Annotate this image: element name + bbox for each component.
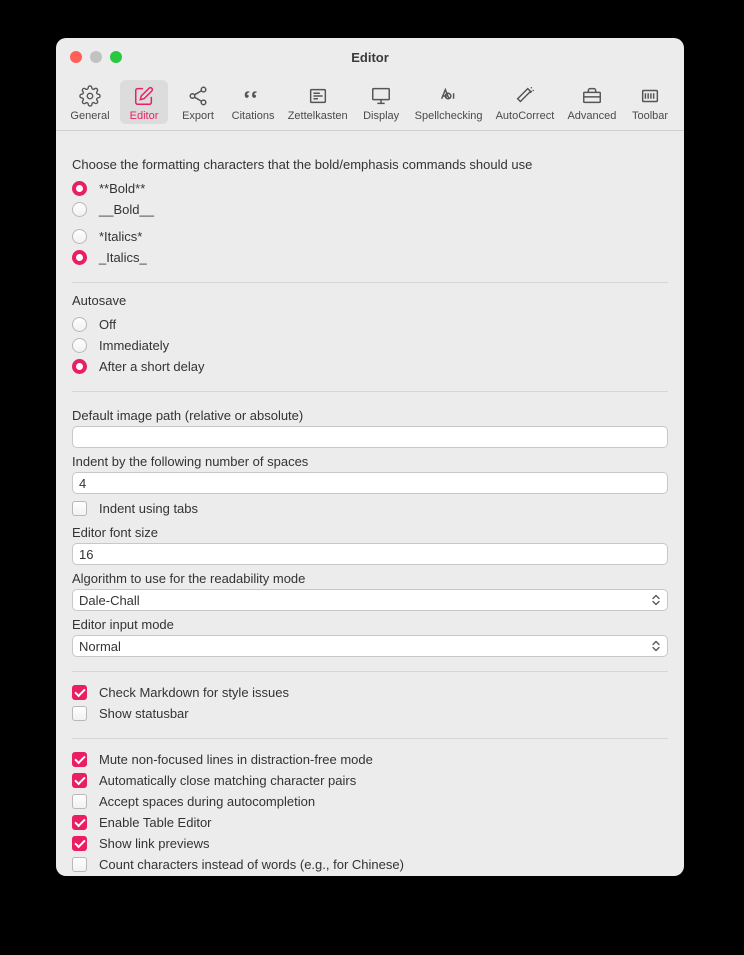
tab-autocorrect[interactable]: AutoCorrect xyxy=(492,80,558,124)
lint-markdown-checkbox[interactable] xyxy=(72,685,87,700)
autoclose-pairs-label: Automatically close matching character p… xyxy=(99,773,356,788)
mute-lines-label: Mute non-focused lines in distraction-fr… xyxy=(99,752,373,767)
readability-select[interactable]: Dale-Chall xyxy=(72,589,668,611)
tab-general[interactable]: General xyxy=(66,80,114,124)
table-editor-checkbox[interactable] xyxy=(72,815,87,830)
autosave-delay-label: After a short delay xyxy=(99,359,205,374)
formatting-section: Choose the formatting characters that th… xyxy=(72,147,668,282)
wand-icon xyxy=(513,84,537,108)
tab-advanced[interactable]: Advanced xyxy=(564,80,620,124)
gear-icon xyxy=(78,84,102,108)
tab-zettelkasten[interactable]: Zettelkasten xyxy=(284,80,351,124)
readability-label: Algorithm to use for the readability mod… xyxy=(72,571,668,586)
italics-underscore-label: _Italics_ xyxy=(99,250,147,265)
autosave-heading: Autosave xyxy=(72,293,668,308)
tab-editor[interactable]: Editor xyxy=(120,80,168,124)
preferences-toolbar: General Editor Export Citations Zettelka… xyxy=(56,76,684,131)
indent-tabs-checkbox[interactable] xyxy=(72,501,87,516)
spaces-autocomplete-checkbox[interactable] xyxy=(72,794,87,809)
markdown-checks-section: Check Markdown for style issues Show sta… xyxy=(72,671,668,738)
autoclose-pairs-checkbox[interactable] xyxy=(72,773,87,788)
monitor-icon xyxy=(369,84,393,108)
note-icon xyxy=(306,84,330,108)
count-chars-checkbox[interactable] xyxy=(72,857,87,872)
italics-asterisk-radio[interactable] xyxy=(72,229,87,244)
fontsize-label: Editor font size xyxy=(72,525,668,540)
autosave-immediate-radio[interactable] xyxy=(72,338,87,353)
spellcheck-icon xyxy=(437,84,461,108)
editor-options-section: Mute non-focused lines in distraction-fr… xyxy=(72,738,668,876)
autosave-delay-radio[interactable] xyxy=(72,359,87,374)
inputmode-select[interactable]: Normal xyxy=(72,635,668,657)
mute-lines-checkbox[interactable] xyxy=(72,752,87,767)
fields-section: Default image path (relative or absolute… xyxy=(72,391,668,671)
edit-icon xyxy=(132,84,156,108)
autosave-off-radio[interactable] xyxy=(72,317,87,332)
preferences-window: Editor General Editor Export Citations xyxy=(56,38,684,876)
indent-spaces-input[interactable] xyxy=(72,472,668,494)
indent-spaces-label: Indent by the following number of spaces xyxy=(72,454,668,469)
tab-spellchecking[interactable]: Spellchecking xyxy=(411,80,486,124)
italics-underscore-radio[interactable] xyxy=(72,250,87,265)
table-editor-label: Enable Table Editor xyxy=(99,815,212,830)
tab-export[interactable]: Export xyxy=(174,80,222,124)
share-icon xyxy=(186,84,210,108)
bold-asterisk-label: **Bold** xyxy=(99,181,145,196)
quote-icon xyxy=(241,84,265,108)
autosave-off-label: Off xyxy=(99,317,116,332)
barcode-icon xyxy=(638,84,662,108)
tab-toolbar[interactable]: Toolbar xyxy=(626,80,674,124)
window-title: Editor xyxy=(56,50,684,65)
autosave-section: Autosave Off Immediately After a short d… xyxy=(72,282,668,391)
image-path-input[interactable] xyxy=(72,426,668,448)
show-statusbar-label: Show statusbar xyxy=(99,706,189,721)
bold-underscore-radio[interactable] xyxy=(72,202,87,217)
titlebar: Editor xyxy=(56,38,684,76)
bold-underscore-label: __Bold__ xyxy=(99,202,154,217)
tab-citations[interactable]: Citations xyxy=(228,80,278,124)
inputmode-label: Editor input mode xyxy=(72,617,668,632)
settings-content: Choose the formatting characters that th… xyxy=(56,131,684,876)
indent-tabs-label: Indent using tabs xyxy=(99,501,198,516)
formatting-prompt: Choose the formatting characters that th… xyxy=(72,157,668,172)
lint-markdown-label: Check Markdown for style issues xyxy=(99,685,289,700)
tab-display[interactable]: Display xyxy=(357,80,405,124)
link-previews-checkbox[interactable] xyxy=(72,836,87,851)
show-statusbar-checkbox[interactable] xyxy=(72,706,87,721)
link-previews-label: Show link previews xyxy=(99,836,210,851)
count-chars-label: Count characters instead of words (e.g.,… xyxy=(99,857,404,872)
spaces-autocomplete-label: Accept spaces during autocompletion xyxy=(99,794,315,809)
autosave-immediate-label: Immediately xyxy=(99,338,169,353)
italics-asterisk-label: *Italics* xyxy=(99,229,142,244)
image-path-label: Default image path (relative or absolute… xyxy=(72,408,668,423)
toolbox-icon xyxy=(580,84,604,108)
fontsize-input[interactable] xyxy=(72,543,668,565)
bold-asterisk-radio[interactable] xyxy=(72,181,87,196)
